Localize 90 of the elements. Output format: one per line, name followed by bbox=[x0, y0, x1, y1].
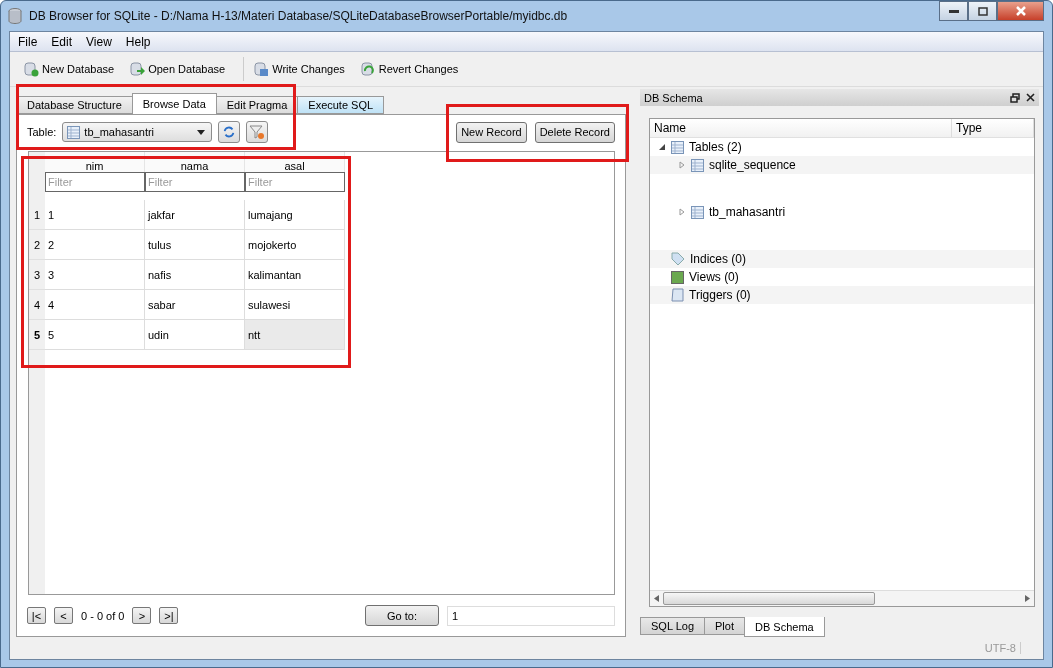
scroll-icon bbox=[671, 287, 684, 303]
tree-item[interactable]: Views (0) bbox=[689, 270, 739, 284]
toolbar-button[interactable]: Revert Changes bbox=[360, 59, 467, 79]
toolbar-button[interactable]: New Database bbox=[24, 59, 123, 79]
table-cell: 3 bbox=[45, 260, 145, 290]
table-label: Table: bbox=[27, 126, 57, 138]
minimize-button[interactable] bbox=[939, 1, 968, 21]
database-arrow-icon bbox=[130, 61, 146, 77]
expand-arrow-icon[interactable] bbox=[678, 208, 686, 216]
window-title: DB Browser for SQLite - D:/Nama H-13/Materi Database/SQLiteDatabaseBrowserPortable/myidbc.db bbox=[29, 9, 569, 23]
menu-item[interactable]: View bbox=[80, 34, 118, 49]
row-header[interactable]: 2 bbox=[29, 230, 45, 260]
page-nav-button[interactable]: < bbox=[54, 607, 73, 624]
column-header[interactable]: Type bbox=[952, 119, 1034, 137]
table-cell: 5 bbox=[45, 320, 145, 350]
table-cell: mojokerto bbox=[245, 230, 345, 260]
table-cell: udin bbox=[145, 320, 245, 350]
refresh-button[interactable] bbox=[218, 121, 241, 143]
clear-filter-button[interactable] bbox=[246, 121, 269, 143]
dock-title: DB Schema bbox=[644, 91, 704, 104]
collapse-arrow-icon[interactable] bbox=[658, 143, 666, 151]
table-cell: jakfar bbox=[145, 200, 245, 230]
tree-item[interactable]: Tables (2) bbox=[689, 140, 742, 154]
tag-icon bbox=[671, 252, 685, 266]
image-icon bbox=[671, 270, 684, 284]
tree-item[interactable]: tb_mahasantri bbox=[709, 205, 786, 219]
row-header[interactable]: 4 bbox=[29, 290, 45, 320]
menu-item[interactable]: Edit bbox=[45, 34, 79, 49]
page-nav-button[interactable]: >| bbox=[159, 607, 179, 624]
table-cell: sabar bbox=[145, 290, 245, 320]
database-add-icon bbox=[24, 61, 39, 77]
tab[interactable]: Execute SQL bbox=[297, 96, 385, 114]
filter-icon bbox=[249, 124, 266, 140]
scroll-left-icon[interactable] bbox=[654, 595, 659, 602]
horizontal-scrollbar[interactable] bbox=[650, 590, 1034, 606]
revert-icon bbox=[360, 61, 376, 77]
close-icon bbox=[1015, 6, 1026, 16]
filter-field[interactable]: Filter bbox=[245, 172, 345, 192]
table-cell: sulawesi bbox=[245, 290, 345, 320]
tree-item[interactable]: sqlite_sequence bbox=[709, 158, 796, 172]
table-cell: ntt bbox=[245, 320, 345, 350]
row-header[interactable]: 5 bbox=[29, 320, 45, 350]
float-icon[interactable] bbox=[1010, 92, 1020, 103]
record-count: 0 - 0 of 0 bbox=[81, 609, 125, 622]
close-button[interactable] bbox=[997, 1, 1044, 21]
page-nav-button[interactable]: > bbox=[132, 607, 152, 624]
refresh-icon bbox=[222, 125, 237, 139]
maximize-icon bbox=[977, 6, 988, 16]
table-cell: 4 bbox=[45, 290, 145, 320]
table-cell: kalimantan bbox=[245, 260, 345, 290]
tab[interactable]: Browse Data bbox=[131, 93, 217, 114]
database-icon bbox=[7, 8, 23, 24]
table-dropdown[interactable]: tb_mahasantri bbox=[62, 122, 213, 142]
column-header[interactable]: Name bbox=[650, 119, 952, 137]
close-icon[interactable] bbox=[1026, 93, 1035, 102]
table-icon bbox=[691, 205, 704, 219]
save-icon bbox=[254, 61, 270, 77]
encoding-label: UTF-8 bbox=[984, 642, 1021, 654]
goto-field[interactable]: 1 bbox=[447, 605, 615, 626]
tree-item[interactable]: Indices (0) bbox=[690, 252, 747, 266]
tab[interactable]: Plot bbox=[704, 617, 745, 635]
table-cell: lumajang bbox=[245, 200, 345, 230]
table-icon bbox=[671, 140, 684, 154]
tree-item[interactable]: Triggers (0) bbox=[689, 288, 751, 302]
tab[interactable]: Database Structure bbox=[16, 96, 133, 114]
filter-field[interactable]: Filter bbox=[145, 172, 245, 192]
minimize-icon bbox=[948, 9, 959, 13]
record-button[interactable]: Delete Record bbox=[534, 121, 615, 143]
table-cell: 2 bbox=[45, 230, 145, 260]
menu-item[interactable]: Help bbox=[119, 34, 157, 49]
filter-field[interactable]: Filter bbox=[45, 172, 145, 192]
caret-icon bbox=[197, 129, 206, 135]
row-header[interactable]: 1 bbox=[29, 200, 45, 230]
scroll-right-icon[interactable] bbox=[1025, 595, 1030, 602]
table-icon bbox=[67, 125, 81, 139]
tab[interactable]: SQL Log bbox=[640, 617, 705, 635]
record-button[interactable]: New Record bbox=[456, 121, 527, 143]
table-cell: tulus bbox=[145, 230, 245, 260]
page-nav-button[interactable]: |< bbox=[27, 607, 46, 624]
row-header[interactable]: 3 bbox=[29, 260, 45, 290]
toolbar-button[interactable]: Open Database bbox=[130, 59, 234, 79]
maximize-button[interactable] bbox=[968, 1, 997, 21]
table-cell: nafis bbox=[145, 260, 245, 290]
tab[interactable]: Edit Pragma bbox=[215, 96, 299, 114]
header-corner bbox=[29, 152, 45, 200]
goto-button[interactable]: Go to: bbox=[365, 605, 439, 626]
menu-item[interactable]: File bbox=[12, 34, 44, 49]
tab[interactable]: DB Schema bbox=[744, 617, 825, 637]
toolbar-button[interactable]: Write Changes bbox=[254, 59, 353, 79]
table-cell: 1 bbox=[45, 200, 145, 230]
